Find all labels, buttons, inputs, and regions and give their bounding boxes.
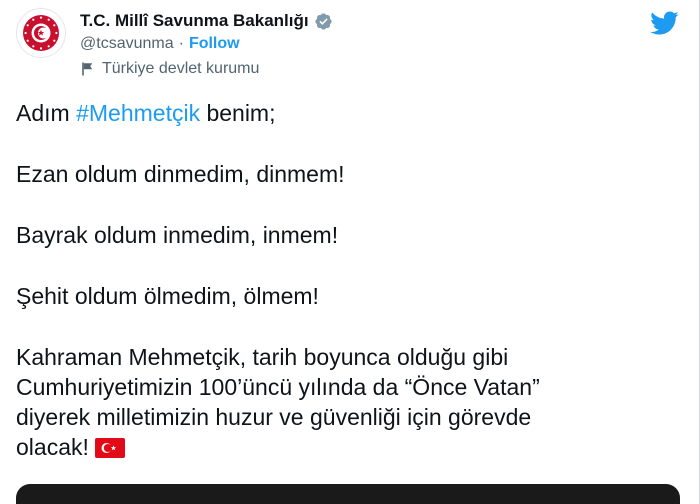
tweet-card: T.C. Millî Savunma Bakanlığı @tcsavunma …: [0, 0, 700, 504]
hashtag-link[interactable]: #Mehmetçik: [76, 100, 200, 126]
tweet-paragraph-line-1: Kahraman Mehmetçik, tarih boyunca olduğu…: [16, 344, 509, 370]
tweet-text: Adım #Mehmetçik benim; Ezan oldum dinmed…: [16, 98, 636, 462]
avatar[interactable]: [16, 8, 66, 58]
tweet-line-3: Bayrak oldum inmedim, inmem!: [16, 222, 339, 248]
tweet-line-1-prefix: Adım: [16, 100, 77, 126]
handle-row: @tcsavunma · Follow: [80, 32, 333, 56]
verified-badge-icon: [314, 12, 333, 31]
government-label[interactable]: Türkiye devlet kurumu: [80, 57, 333, 81]
ministry-emblem-icon: [23, 15, 59, 51]
flag-outline-icon: [80, 61, 96, 77]
attached-media[interactable]: [16, 484, 680, 504]
account-name[interactable]: T.C. Millî Savunma Bakanlığı: [80, 11, 309, 31]
tweet-paragraph-line-2: Cumhuriyetimizin 100’üncü yılında da “Ön…: [16, 374, 540, 400]
separator-dot: ·: [178, 35, 184, 52]
tweet-paragraph-line-4-text: olacak!: [16, 434, 89, 460]
tweet-paragraph-line-4: olacak!: [16, 432, 636, 462]
tweet-line-1-suffix: benim;: [200, 100, 276, 126]
name-row: T.C. Millî Savunma Bakanlığı: [80, 10, 333, 32]
tweet-line-2: Ezan oldum dinmedim, dinmem!: [16, 161, 345, 187]
follow-button[interactable]: Follow: [189, 35, 240, 53]
account-handle[interactable]: @tcsavunma: [80, 35, 174, 53]
tweet-line-1: Adım #Mehmetçik benim;: [16, 98, 636, 128]
turkey-flag-emoji: [94, 435, 125, 458]
twitter-bird-icon[interactable]: [649, 8, 679, 38]
government-label-text: Türkiye devlet kurumu: [102, 60, 260, 77]
tweet-line-4: Şehit oldum ölmedim, ölmem!: [16, 283, 319, 309]
tweet-paragraph-line-3: diyerek milletimizin huzur ve güvenliği …: [16, 404, 532, 430]
tweet-header: T.C. Millî Savunma Bakanlığı @tcsavunma …: [16, 8, 333, 81]
account-meta: T.C. Millî Savunma Bakanlığı @tcsavunma …: [80, 10, 333, 81]
